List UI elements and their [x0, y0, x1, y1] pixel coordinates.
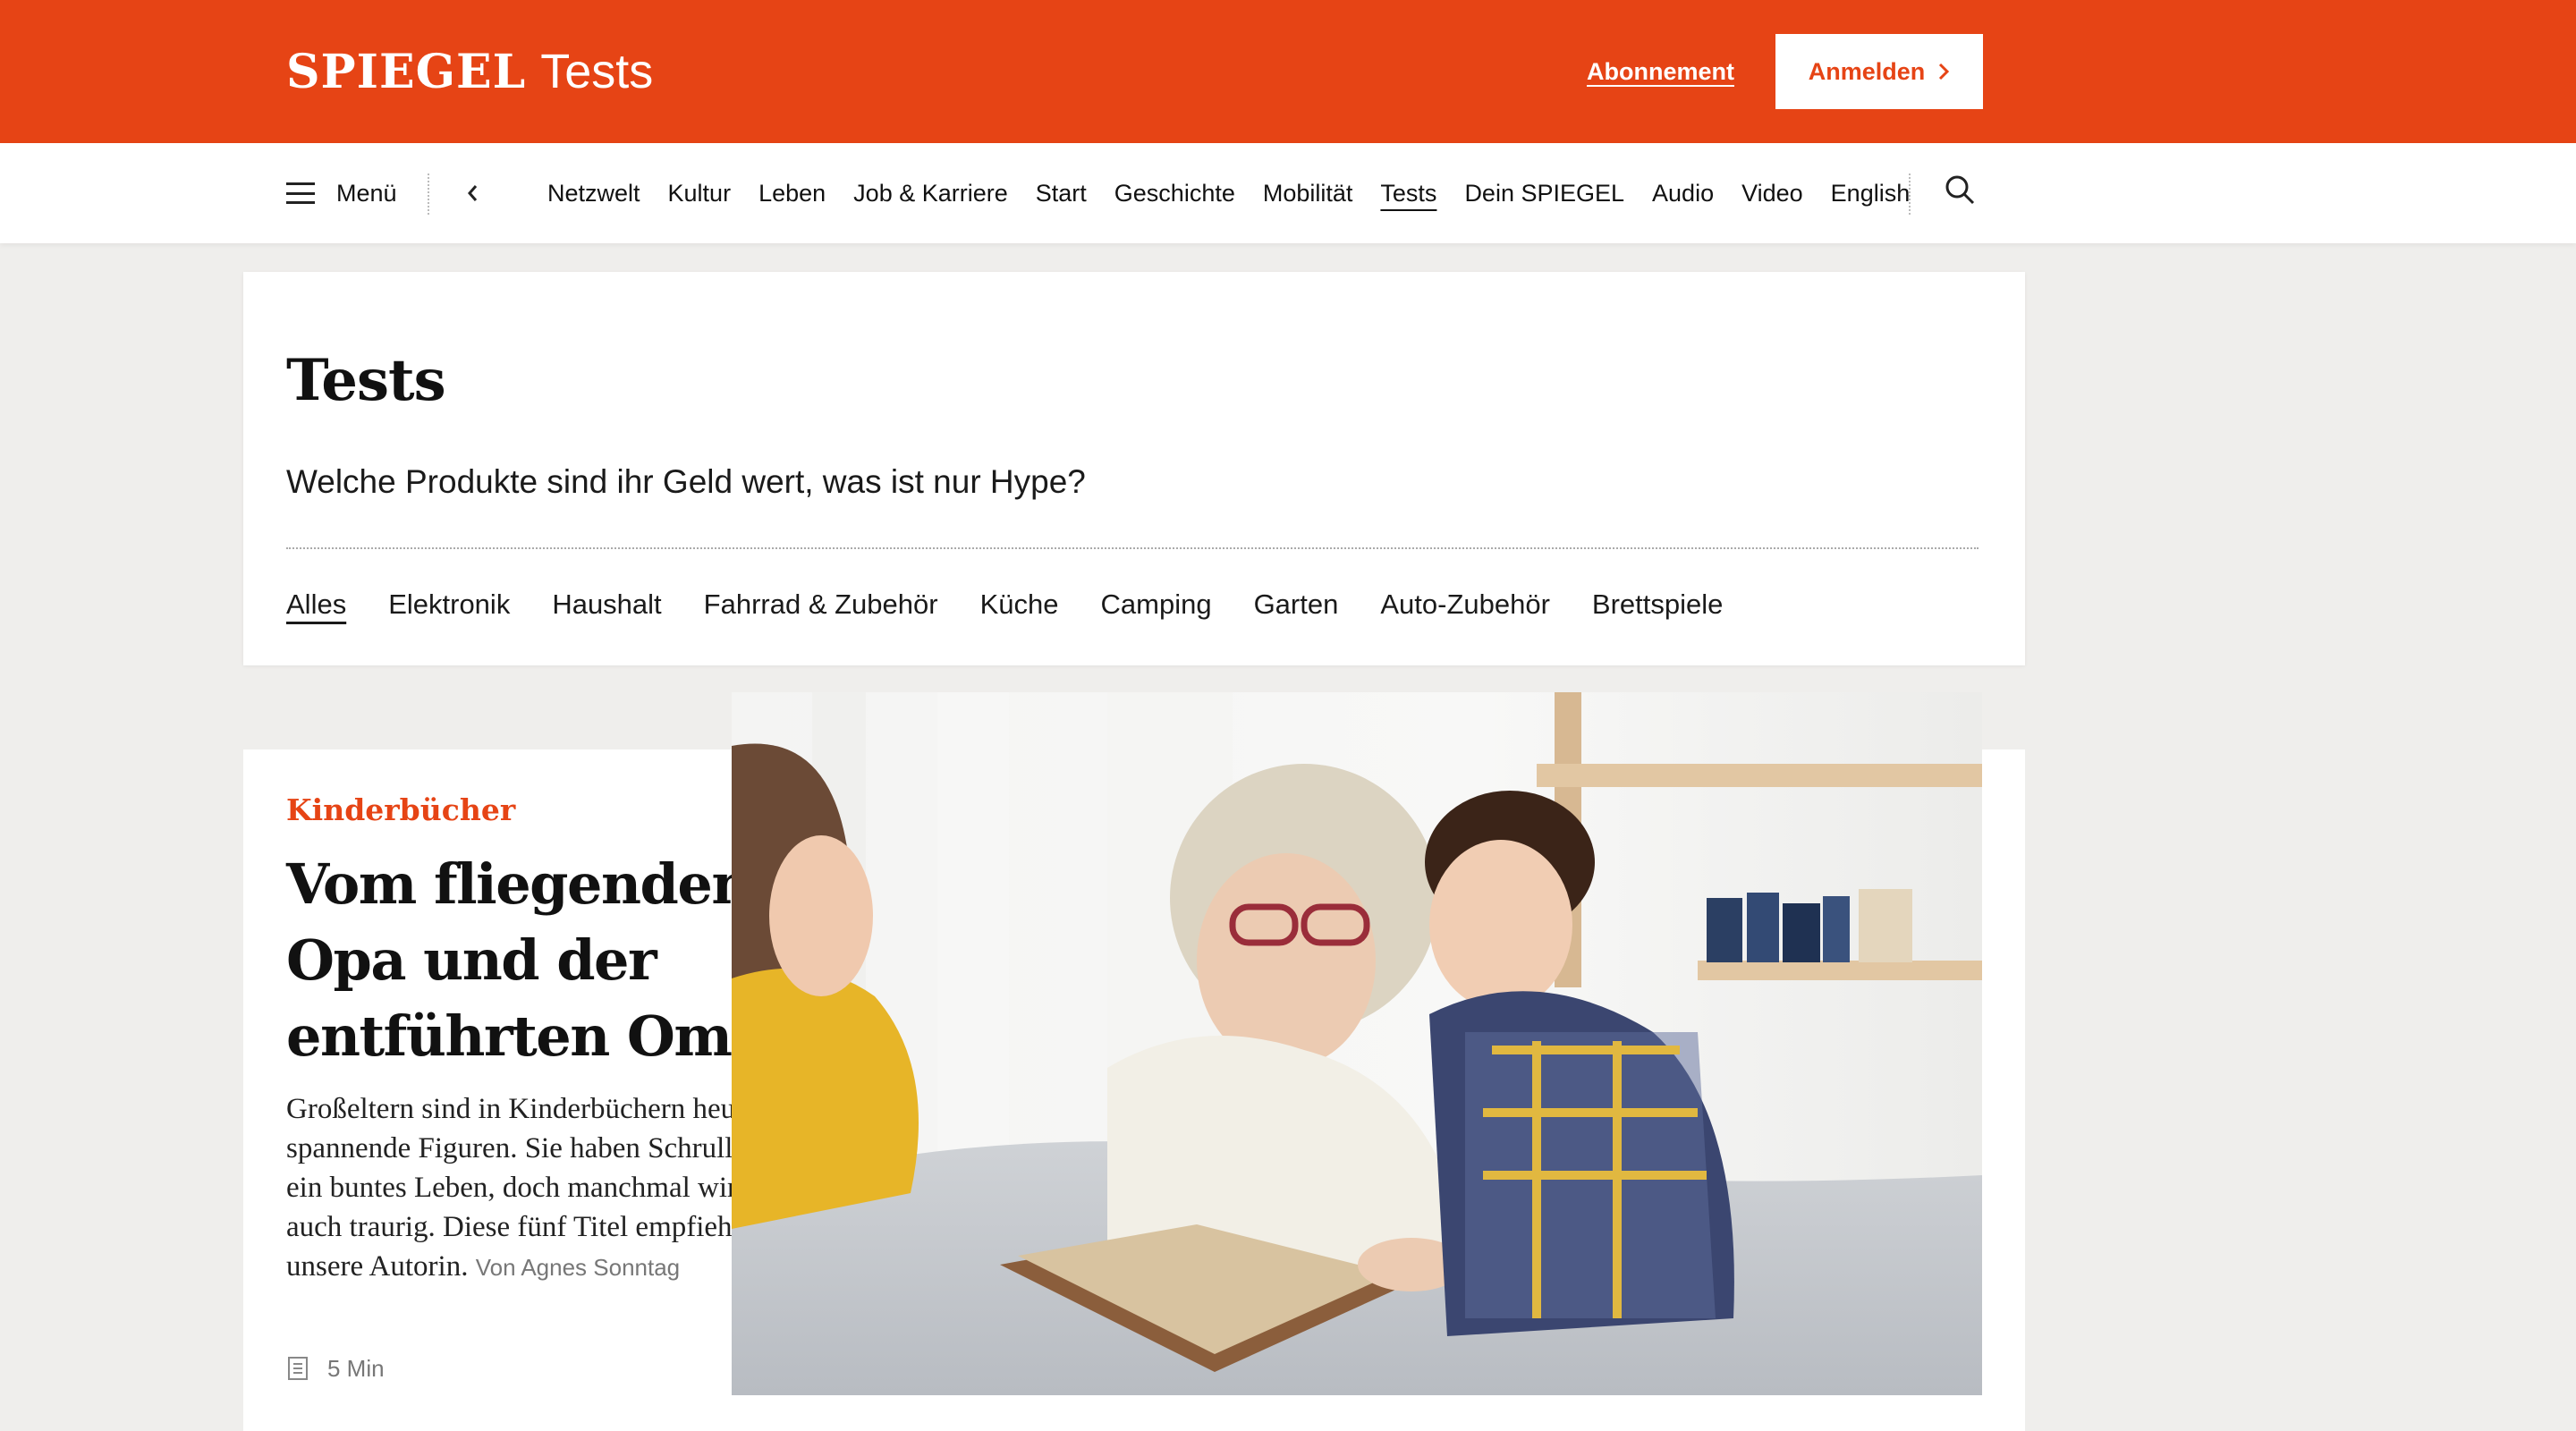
article-doc-icon — [288, 1357, 308, 1380]
top-bar: SPIEGEL Tests Abonnement Anmelden — [0, 0, 2576, 143]
nav-link-english[interactable]: English — [1831, 180, 1911, 207]
nav-link-mobilitaet[interactable]: Mobilität — [1263, 180, 1353, 207]
article-kicker: Kinderbücher — [286, 792, 516, 827]
category-tab-garten[interactable]: Garten — [1254, 588, 1339, 621]
menu-icon — [286, 182, 315, 204]
nav-link-leben[interactable]: Leben — [758, 180, 826, 207]
article-byline: Von Agnes Sonntag — [475, 1254, 681, 1281]
chevron-left-icon[interactable] — [463, 177, 481, 209]
article-image[interactable] — [732, 692, 1982, 1395]
nav-link-start[interactable]: Start — [1036, 180, 1087, 207]
category-tab-camping[interactable]: Camping — [1101, 588, 1212, 621]
nav-link-job-karriere[interactable]: Job & Karriere — [853, 180, 1008, 207]
category-tab-kueche[interactable]: Küche — [980, 588, 1059, 621]
section-header-card: Tests Welche Produkte sind ihr Geld wert… — [243, 272, 2025, 665]
category-tab-fahrrad[interactable]: Fahrrad & Zubehör — [704, 588, 938, 621]
category-tab-haushalt[interactable]: Haushalt — [552, 588, 661, 621]
category-tab-elektronik[interactable]: Elektronik — [388, 588, 510, 621]
category-tab-auto-zubehoer[interactable]: Auto-Zubehör — [1380, 588, 1550, 621]
menu-label: Menü — [336, 179, 397, 207]
divider — [286, 547, 1979, 549]
category-tabs: Alles Elektronik Haushalt Fahrrad & Zube… — [286, 588, 1723, 621]
site-logo[interactable]: SPIEGEL Tests — [286, 45, 654, 99]
article-meta: 5 Min — [286, 1351, 792, 1386]
nav-link-geschichte[interactable]: Geschichte — [1114, 180, 1235, 207]
nav-divider — [1909, 174, 1911, 215]
section-name: Tests — [540, 45, 654, 98]
page-tagline: Welche Produkte sind ihr Geld wert, was … — [286, 463, 1086, 500]
search-icon[interactable] — [1944, 174, 1976, 206]
nav-link-video[interactable]: Video — [1741, 180, 1803, 207]
subscribe-link[interactable]: Abonnement — [1587, 55, 1734, 88]
category-tab-alles[interactable]: Alles — [286, 588, 346, 621]
nav-link-tests[interactable]: Tests — [1380, 180, 1436, 207]
login-label: Anmelden — [1808, 57, 1926, 85]
nav-bar: Menü Netzwelt Kultur Leben Job & Karrier… — [0, 143, 2576, 243]
nav-link-netzwelt[interactable]: Netzwelt — [547, 180, 640, 207]
nav-link-dein-spiegel[interactable]: Dein SPIEGEL — [1464, 180, 1624, 207]
category-tab-brettspiele[interactable]: Brettspiele — [1592, 588, 1723, 621]
brand-name: SPIEGEL — [286, 45, 527, 99]
nav-link-audio[interactable]: Audio — [1652, 180, 1714, 207]
login-button[interactable]: Anmelden — [1775, 34, 1983, 109]
read-time: 5 Min — [327, 1354, 385, 1382]
page-title: Tests — [286, 347, 446, 414]
menu-button[interactable]: Menü — [286, 143, 397, 243]
nav-link-kultur[interactable]: Kultur — [668, 180, 732, 207]
chevron-right-icon — [1939, 63, 1950, 80]
nav-links: Netzwelt Kultur Leben Job & Karriere Sta… — [547, 143, 1910, 243]
nav-divider — [428, 174, 429, 215]
